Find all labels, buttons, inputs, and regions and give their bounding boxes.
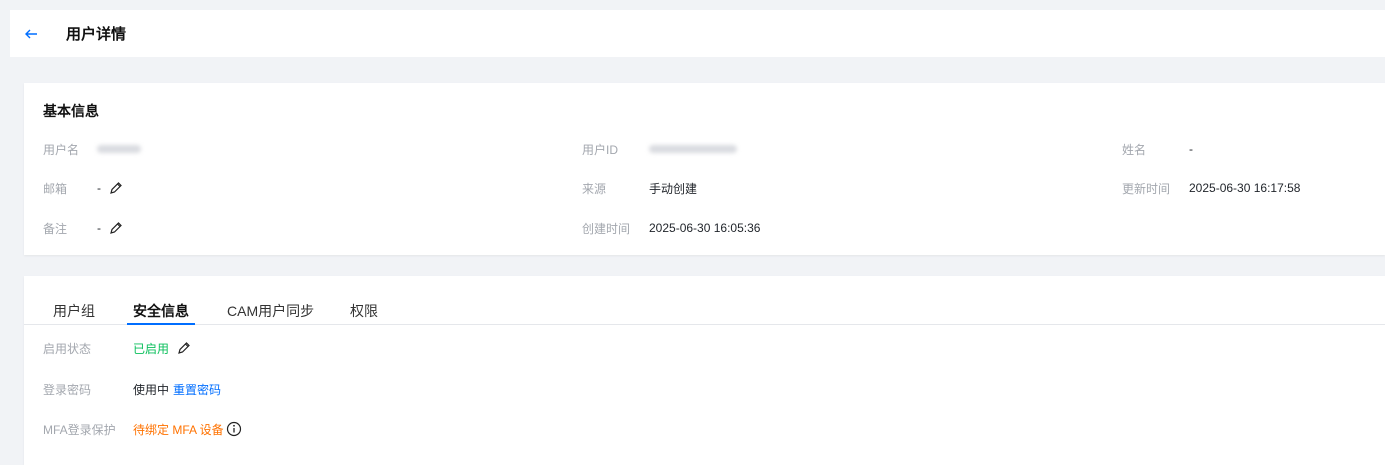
edit-remark-icon[interactable] <box>109 221 123 235</box>
status-badge: 已启用 <box>133 341 170 356</box>
tab-cam-user-sync[interactable]: CAM用户同步 <box>227 301 314 324</box>
password-status: 使用中 <box>133 382 170 397</box>
login-password-field: 登录密码 使用中 重置密码 <box>43 381 221 397</box>
page-header: 用户详情 <box>10 10 1385 57</box>
redacted-user-id <box>649 145 737 153</box>
created-value: 2025-06-30 16:05:36 <box>649 221 761 235</box>
created-field: 创建时间 2025-06-30 16:05:36 <box>582 220 760 236</box>
updated-field: 更新时间 2025-06-30 16:17:58 <box>1122 180 1300 196</box>
remark-field: 备注 - <box>43 220 122 236</box>
name-value: - <box>1189 142 1193 156</box>
redacted-username <box>97 145 141 153</box>
login-password-value-wrap: 使用中 重置密码 <box>133 381 221 398</box>
tab-security-info[interactable]: 安全信息 <box>127 301 195 325</box>
tab-permissions[interactable]: 权限 <box>350 301 378 324</box>
username-label: 用户名 <box>43 142 80 157</box>
basic-info-card: 基本信息 用户名 邮箱 - 备注 - 用户ID 来源 手动创建 创建时间 202… <box>24 83 1385 255</box>
back-arrow-icon[interactable] <box>24 27 38 41</box>
name-field: 姓名 - <box>1122 141 1193 157</box>
detail-tabs-card: 用户组 安全信息 CAM用户同步 权限 启用状态 已启用 登录密码 使用中 重置… <box>24 276 1385 465</box>
user-id-value <box>649 145 737 153</box>
info-circle-icon[interactable] <box>226 421 242 437</box>
email-value: - <box>97 181 101 195</box>
edit-email-icon[interactable] <box>109 181 123 195</box>
source-value: 手动创建 <box>649 181 698 196</box>
username-value <box>97 145 141 153</box>
mfa-field: MFA登录保护 待绑定 MFA 设备 <box>43 421 241 437</box>
username-field: 用户名 <box>43 141 141 157</box>
bind-mfa-link[interactable]: 待绑定 MFA 设备 <box>133 421 224 438</box>
email-value-wrap: - <box>97 181 123 195</box>
tab-user-groups[interactable]: 用户组 <box>53 301 95 324</box>
created-label: 创建时间 <box>582 221 631 236</box>
updated-value: 2025-06-30 16:17:58 <box>1189 181 1301 195</box>
name-label: 姓名 <box>1122 142 1147 157</box>
source-field: 来源 手动创建 <box>582 180 697 196</box>
enable-status-value-wrap: 已启用 <box>133 340 191 357</box>
email-field: 邮箱 - <box>43 180 122 196</box>
edit-status-icon[interactable] <box>177 341 191 355</box>
section-title: 基本信息 <box>43 103 99 119</box>
mfa-value-wrap: 待绑定 MFA 设备 <box>133 421 242 438</box>
tab-bar: 用户组 安全信息 CAM用户同步 权限 <box>24 294 1385 325</box>
source-label: 来源 <box>582 181 607 196</box>
user-id-field: 用户ID <box>582 141 737 157</box>
email-label: 邮箱 <box>43 181 68 196</box>
user-id-label: 用户ID <box>582 142 619 157</box>
enable-status-label: 启用状态 <box>43 341 92 356</box>
updated-label: 更新时间 <box>1122 181 1171 196</box>
mfa-label: MFA登录保护 <box>43 422 116 437</box>
remark-value-wrap: - <box>97 221 123 235</box>
enable-status-field: 启用状态 已启用 <box>43 340 190 356</box>
login-password-label: 登录密码 <box>43 382 92 397</box>
page-title: 用户详情 <box>66 26 127 43</box>
reset-password-link[interactable]: 重置密码 <box>173 381 221 398</box>
remark-label: 备注 <box>43 221 68 236</box>
remark-value: - <box>97 221 101 235</box>
